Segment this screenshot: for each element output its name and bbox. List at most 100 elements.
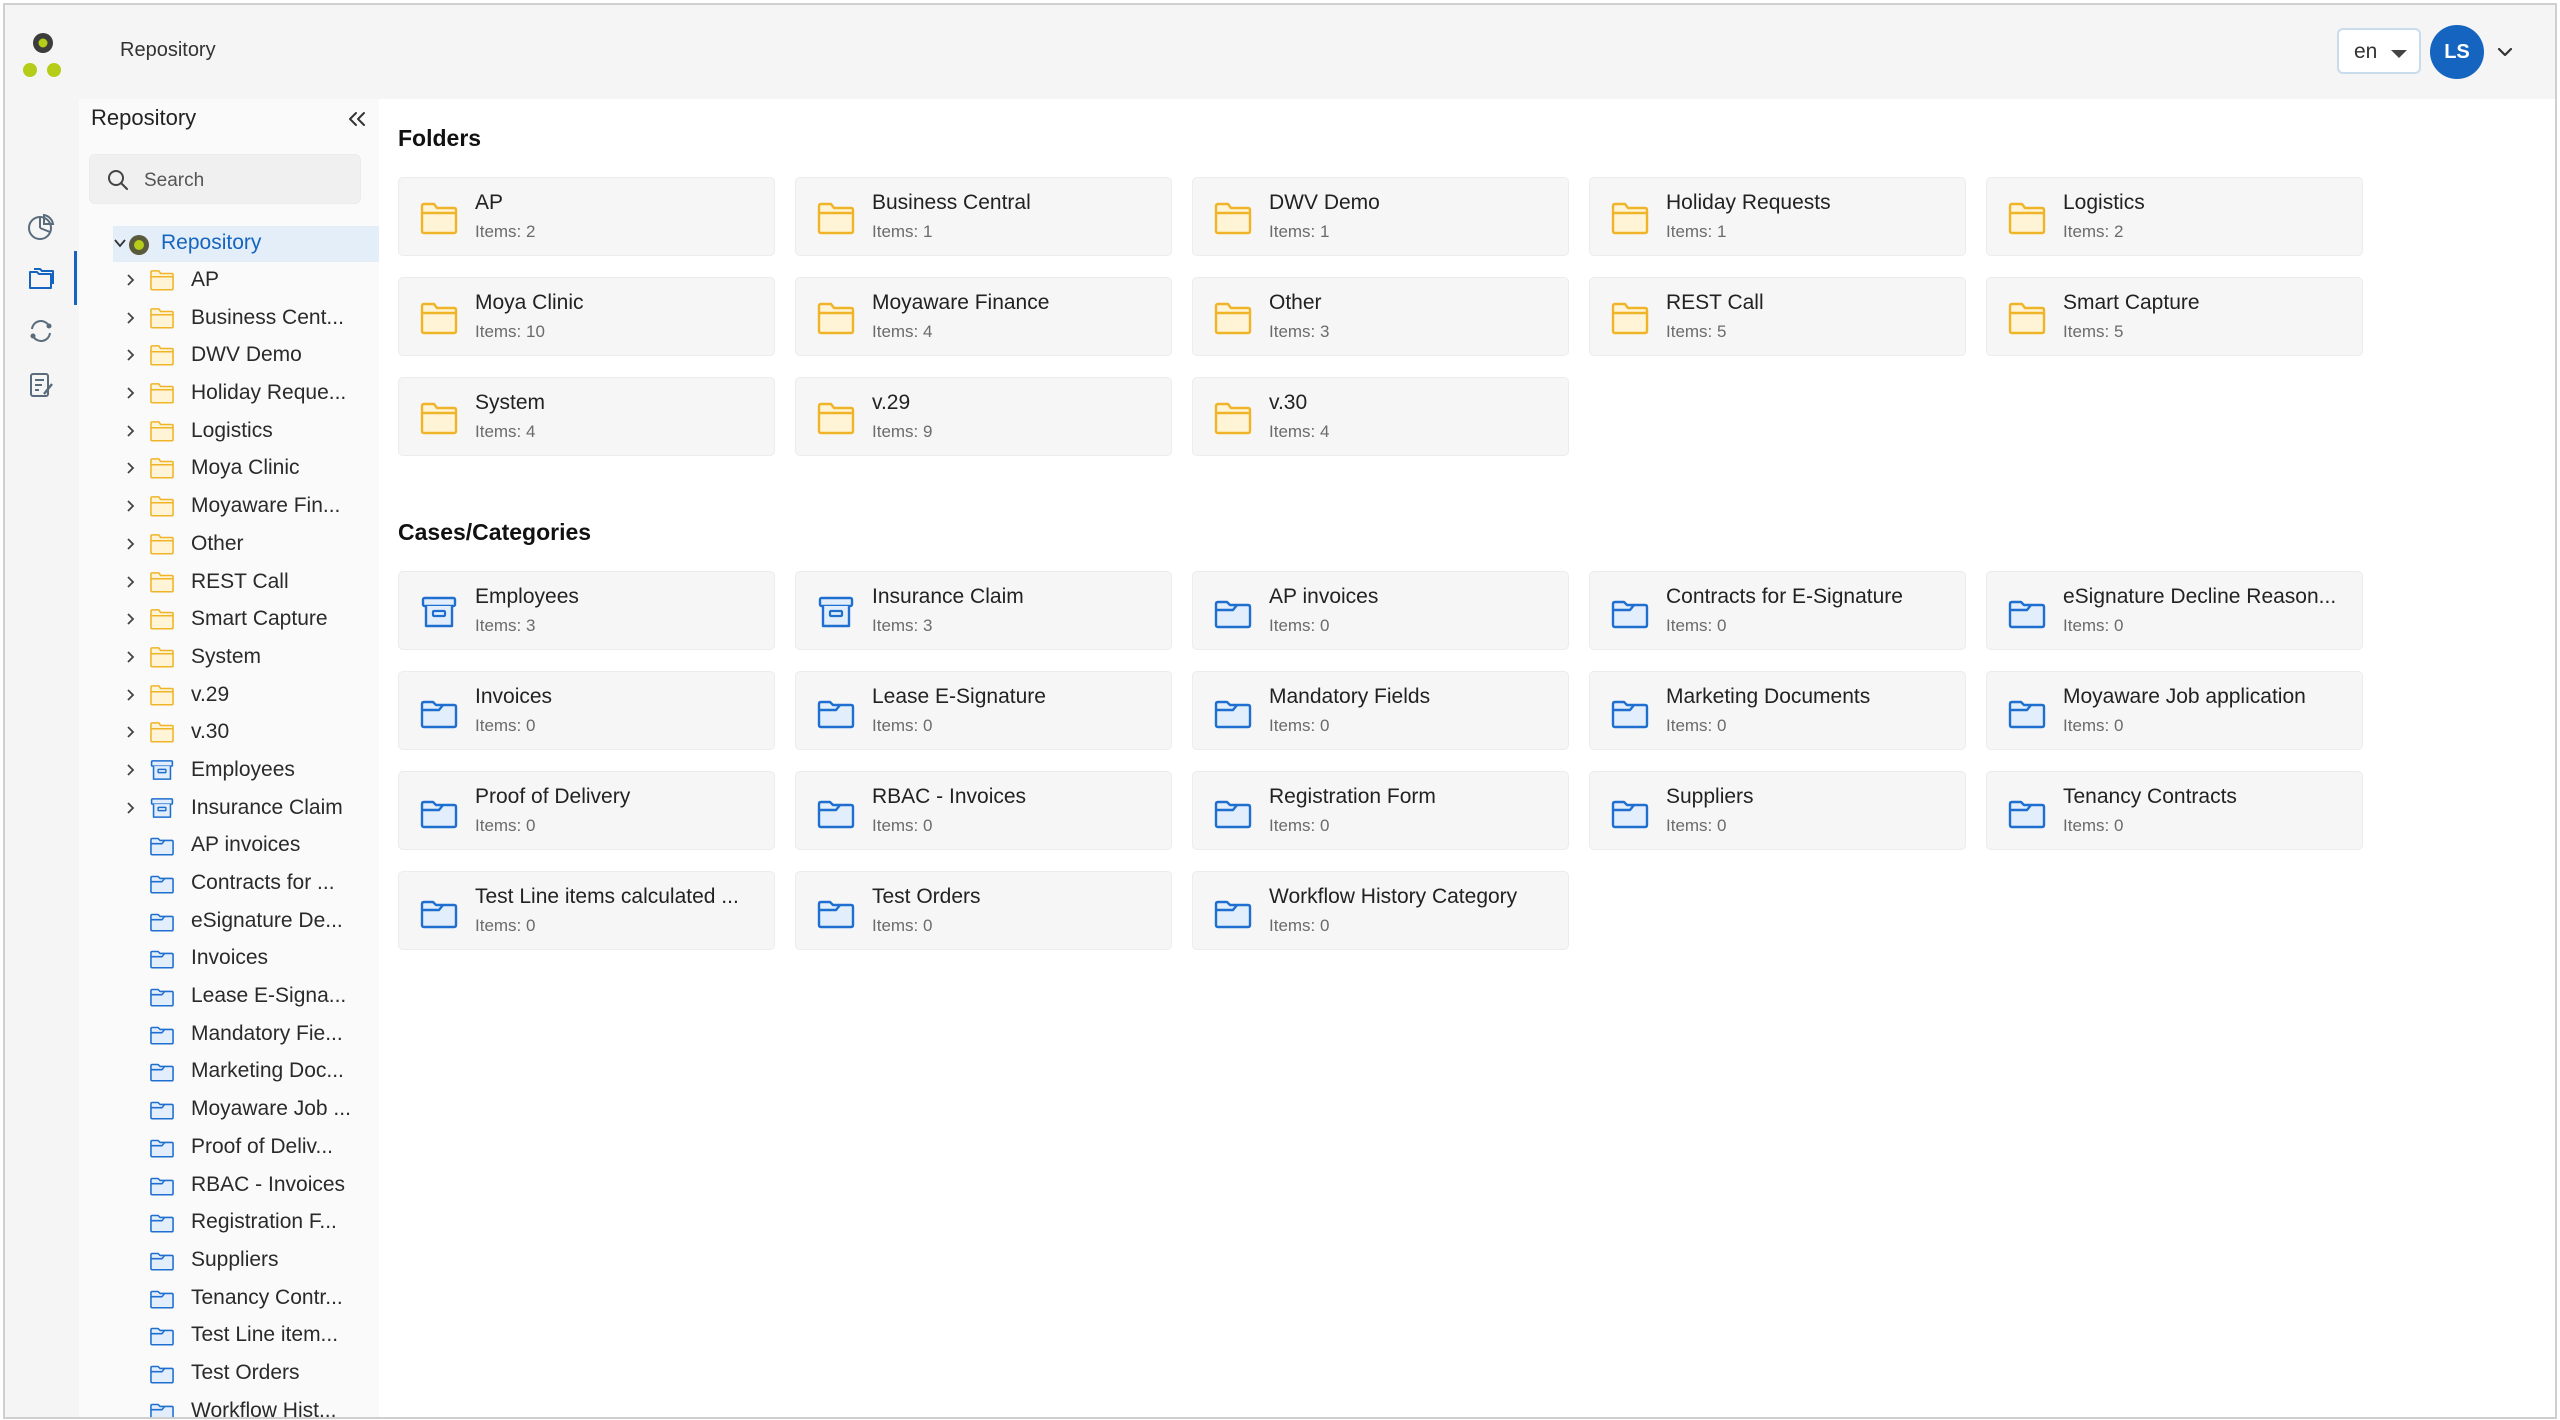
tree-item[interactable]: Other xyxy=(79,526,379,564)
chevron-right-icon[interactable] xyxy=(123,273,137,292)
tree-item[interactable]: System xyxy=(79,639,379,677)
folder-card[interactable]: Logistics Items: 2 xyxy=(1986,177,2363,256)
category-card[interactable]: Invoices Items: 0 xyxy=(398,671,775,750)
chevron-right-icon[interactable] xyxy=(123,801,137,820)
archive-box-icon xyxy=(816,594,856,630)
case-card[interactable]: Insurance Claim Items: 3 xyxy=(795,571,1172,650)
category-card[interactable]: Lease E-Signature Items: 0 xyxy=(795,671,1172,750)
chevron-right-icon[interactable] xyxy=(123,348,137,367)
tree-item[interactable]: Mandatory Fie... xyxy=(79,1016,379,1054)
dashboard-icon[interactable] xyxy=(23,209,59,245)
tree-item[interactable]: Tenancy Contr... xyxy=(79,1280,379,1318)
folder-card[interactable]: v.29 Items: 9 xyxy=(795,377,1172,456)
category-card[interactable]: Registration Form Items: 0 xyxy=(1192,771,1569,850)
category-folder-icon xyxy=(419,794,459,830)
category-card[interactable]: Workflow History Category Items: 0 xyxy=(1192,871,1569,950)
workflow-icon[interactable] xyxy=(23,313,59,349)
chevron-right-icon[interactable] xyxy=(123,575,137,594)
tree-item[interactable]: Workflow Hist... xyxy=(79,1393,379,1417)
category-card[interactable]: Test Line items calculated ... Items: 0 xyxy=(398,871,775,950)
tasks-icon[interactable] xyxy=(23,367,59,403)
chevron-right-icon[interactable] xyxy=(123,537,137,556)
folder-icon xyxy=(149,381,175,405)
folder-card[interactable]: Other Items: 3 xyxy=(1192,277,1569,356)
tree-item[interactable]: eSignature De... xyxy=(79,903,379,941)
tree-item[interactable]: Registration F... xyxy=(79,1204,379,1242)
folder-card[interactable]: Business Central Items: 1 xyxy=(795,177,1172,256)
tree-root-repository[interactable]: Repository xyxy=(113,226,379,262)
category-card[interactable]: RBAC - Invoices Items: 0 xyxy=(795,771,1172,850)
user-avatar[interactable]: LS xyxy=(2430,25,2484,79)
repository-icon[interactable] xyxy=(23,261,59,297)
chevron-right-icon[interactable] xyxy=(123,650,137,669)
tree-item[interactable]: Lease E-Signa... xyxy=(79,978,379,1016)
chevron-down-icon[interactable] xyxy=(2496,43,2514,61)
folder-card[interactable]: DWV Demo Items: 1 xyxy=(1192,177,1569,256)
tree-item[interactable]: Moyaware Job ... xyxy=(79,1091,379,1129)
tree-item[interactable]: Test Line item... xyxy=(79,1317,379,1355)
tree-item[interactable]: REST Call xyxy=(79,564,379,602)
folder-card[interactable]: v.30 Items: 4 xyxy=(1192,377,1569,456)
category-folder-icon xyxy=(2007,594,2047,630)
repository-tree-panel: Repository Search Repository AP Business … xyxy=(79,99,379,1417)
tree-item[interactable]: Contracts for ... xyxy=(79,865,379,903)
tree-item[interactable]: Moya Clinic xyxy=(79,450,379,488)
chevron-right-icon[interactable] xyxy=(123,688,137,707)
tree-item[interactable]: Proof of Deliv... xyxy=(79,1129,379,1167)
tree-item[interactable]: Insurance Claim xyxy=(79,790,379,828)
chevron-down-icon[interactable] xyxy=(113,236,127,255)
tree-item[interactable]: Logistics xyxy=(79,413,379,451)
chevron-right-icon[interactable] xyxy=(123,311,137,330)
category-card[interactable]: AP invoices Items: 0 xyxy=(1192,571,1569,650)
chevron-right-icon[interactable] xyxy=(123,386,137,405)
collapse-panel-icon[interactable] xyxy=(345,107,369,131)
folder-card[interactable]: Smart Capture Items: 5 xyxy=(1986,277,2363,356)
tree-item[interactable]: v.30 xyxy=(79,714,379,752)
folder-card[interactable]: System Items: 4 xyxy=(398,377,775,456)
category-card[interactable]: Suppliers Items: 0 xyxy=(1589,771,1966,850)
folder-icon xyxy=(2007,200,2047,236)
chevron-right-icon[interactable] xyxy=(123,763,137,782)
folder-card[interactable]: Moyaware Finance Items: 4 xyxy=(795,277,1172,356)
app-logo[interactable] xyxy=(19,29,67,79)
tree-item[interactable]: Business Cent... xyxy=(79,300,379,338)
folder-card[interactable]: Holiday Requests Items: 1 xyxy=(1589,177,1966,256)
category-folder-icon xyxy=(149,909,175,933)
chevron-right-icon[interactable] xyxy=(123,499,137,518)
tree-item[interactable]: DWV Demo xyxy=(79,337,379,375)
chevron-right-icon[interactable] xyxy=(123,461,137,480)
category-card[interactable]: Contracts for E-Signature Items: 0 xyxy=(1589,571,1966,650)
case-card[interactable]: Employees Items: 3 xyxy=(398,571,775,650)
tree-item[interactable]: Suppliers xyxy=(79,1242,379,1280)
category-card[interactable]: Marketing Documents Items: 0 xyxy=(1589,671,1966,750)
tree-search-input[interactable]: Search xyxy=(89,154,361,204)
tree-item[interactable]: Holiday Reque... xyxy=(79,375,379,413)
folder-card[interactable]: Moya Clinic Items: 10 xyxy=(398,277,775,356)
category-card[interactable]: Moyaware Job application Items: 0 xyxy=(1986,671,2363,750)
card-item-count: Items: 0 xyxy=(1666,716,1727,735)
tree-item[interactable]: Smart Capture xyxy=(79,601,379,639)
tree-item[interactable]: AP xyxy=(79,262,379,300)
chevron-right-icon[interactable] xyxy=(123,424,137,443)
folder-card[interactable]: REST Call Items: 5 xyxy=(1589,277,1966,356)
tree-item[interactable]: Test Orders xyxy=(79,1355,379,1393)
language-select[interactable]: en xyxy=(2337,28,2421,74)
card-item-count: Items: 0 xyxy=(2063,616,2124,635)
category-card[interactable]: eSignature Decline Reason... Items: 0 xyxy=(1986,571,2363,650)
card-name: Workflow History Category xyxy=(1269,885,1518,908)
category-card[interactable]: Tenancy Contracts Items: 0 xyxy=(1986,771,2363,850)
chevron-right-icon[interactable] xyxy=(123,612,137,631)
tree-item[interactable]: Moyaware Fin... xyxy=(79,488,379,526)
category-card[interactable]: Mandatory Fields Items: 0 xyxy=(1192,671,1569,750)
folder-icon xyxy=(149,683,175,707)
tree-item[interactable]: Invoices xyxy=(79,940,379,978)
tree-item[interactable]: v.29 xyxy=(79,677,379,715)
tree-item[interactable]: RBAC - Invoices xyxy=(79,1167,379,1205)
category-card[interactable]: Test Orders Items: 0 xyxy=(795,871,1172,950)
chevron-right-icon[interactable] xyxy=(123,725,137,744)
tree-item[interactable]: Marketing Doc... xyxy=(79,1053,379,1091)
tree-item[interactable]: AP invoices xyxy=(79,827,379,865)
category-card[interactable]: Proof of Delivery Items: 0 xyxy=(398,771,775,850)
folder-card[interactable]: AP Items: 2 xyxy=(398,177,775,256)
tree-item[interactable]: Employees xyxy=(79,752,379,790)
